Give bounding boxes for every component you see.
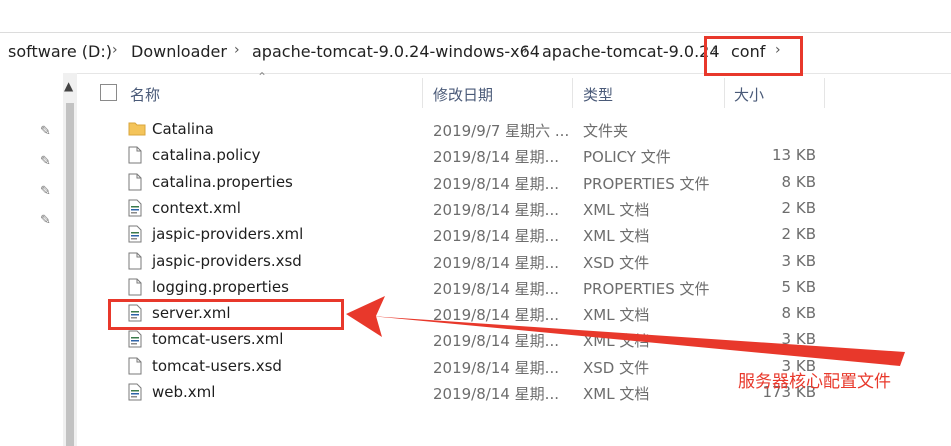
file-row[interactable]: catalina.policy 2019/8/14 星期... POLICY 文件 1… [78, 143, 838, 169]
breadcrumb-tomcat[interactable]: apache-tomcat-9.0.24 [542, 42, 720, 61]
file-size: 13 KB [772, 146, 816, 165]
file-date: 2019/8/14 星期... [433, 279, 559, 298]
breadcrumb-downloader[interactable]: Downloader [131, 42, 227, 61]
xml-file-icon [128, 199, 142, 217]
folder-icon [128, 120, 146, 138]
file-date: 2019/8/14 星期... [433, 306, 559, 325]
file-date: 2019/8/14 星期... [433, 227, 559, 246]
file-name: context.xml [152, 198, 241, 217]
column-date-header[interactable]: 修改日期 [433, 84, 493, 105]
column-divider[interactable] [724, 78, 725, 108]
file-name: jaspic-providers.xsd [152, 251, 302, 270]
file-size: 2 KB [781, 198, 816, 217]
navigation-scrollbar[interactable] [63, 73, 77, 446]
file-row[interactable]: catalina.properties 2019/8/14 星期... PROPER… [78, 170, 838, 196]
pin-icon[interactable]: ✎ [40, 154, 51, 169]
breadcrumb-tomcat-windows[interactable]: apache-tomcat-9.0.24-windows-x64 [252, 42, 540, 61]
xml-file-icon [128, 330, 142, 348]
annotation-label: 服务器核心配置文件 [738, 372, 891, 392]
file-icon [128, 252, 142, 270]
xml-file-icon [128, 383, 142, 401]
file-type: XSD 文件 [583, 253, 650, 272]
file-date: 2019/8/14 星期... [433, 148, 559, 167]
breadcrumb-drive[interactable]: software (D:) [8, 42, 112, 61]
file-type: XML 文档 [583, 306, 650, 325]
column-divider[interactable] [422, 78, 423, 108]
column-divider[interactable] [824, 78, 825, 108]
pin-icon[interactable]: ✎ [40, 184, 51, 199]
file-name: catalina.policy [152, 146, 261, 165]
breadcrumb-separator-icon[interactable]: › [112, 42, 118, 58]
file-type: PROPERTIES 文件 [583, 174, 710, 193]
column-type-header[interactable]: 类型 [583, 84, 613, 105]
file-icon [128, 146, 142, 164]
file-name: web.xml [152, 383, 216, 401]
scroll-up-icon[interactable]: ▲ [64, 79, 73, 93]
file-name: tomcat-users.xml [152, 330, 284, 349]
file-size: 3 KB [781, 330, 816, 349]
file-date: 2019/8/14 星期... [433, 332, 559, 351]
breadcrumb-separator-icon[interactable]: › [234, 42, 240, 58]
file-name: logging.properties [152, 277, 289, 296]
file-name: tomcat-users.xsd [152, 356, 282, 375]
file-row[interactable]: tomcat-users.xsd 2019/8/14 星期... XSD 文件 3 K… [78, 354, 838, 380]
file-icon [128, 173, 142, 191]
scrollbar-thumb[interactable] [66, 103, 74, 446]
file-size: 2 KB [781, 225, 816, 244]
file-type: XML 文档 [583, 332, 650, 351]
column-header: 名称 修改日期 类型 大小 [78, 73, 951, 111]
file-date: 2019/8/14 星期... [433, 200, 559, 219]
file-name: jaspic-providers.xml [152, 225, 304, 244]
file-type: XSD 文件 [583, 358, 650, 377]
window-top-area [0, 0, 951, 32]
file-type: POLICY 文件 [583, 148, 671, 167]
pin-icon[interactable]: ✎ [40, 213, 51, 228]
server-xml-highlight-box [108, 299, 344, 330]
file-name: Catalina [152, 120, 214, 138]
file-date: 2019/8/14 星期... [433, 358, 559, 377]
file-row[interactable]: jaspic-providers.xsd 2019/8/14 星期... XSD 文… [78, 249, 838, 275]
file-row[interactable]: Catalina 2019/9/7 星期六 ... 文件夹 [78, 117, 838, 143]
file-date: 2019/8/14 星期... [433, 253, 559, 272]
file-size: 8 KB [781, 172, 816, 191]
conf-highlight-box [704, 36, 803, 76]
file-size: 3 KB [781, 251, 816, 270]
file-date: 2019/8/14 星期... [433, 174, 559, 193]
file-row[interactable]: web.xml 2019/8/14 星期... XML 文档 173 KB [78, 380, 838, 406]
file-type: XML 文档 [583, 200, 650, 219]
file-row[interactable]: context.xml 2019/8/14 星期... XML 文档 2 KB [78, 196, 838, 222]
file-size: 8 KB [781, 304, 816, 323]
column-divider[interactable] [572, 78, 573, 108]
xml-file-icon [128, 225, 142, 243]
file-type: 文件夹 [583, 122, 629, 140]
column-name-header[interactable]: 名称 [130, 84, 160, 105]
file-icon [128, 278, 142, 296]
file-name: catalina.properties [152, 172, 293, 191]
address-bar[interactable]: software (D:) › Downloader › apache-tomc… [0, 32, 951, 74]
file-row[interactable]: tomcat-users.xml 2019/8/14 星期... XML 文档 3 K… [78, 327, 838, 353]
file-row[interactable]: logging.properties 2019/8/14 星期... PROPERT… [78, 275, 838, 301]
file-type: PROPERTIES 文件 [583, 279, 710, 298]
column-size-header[interactable]: 大小 [734, 84, 764, 105]
breadcrumb-separator-icon[interactable]: › [523, 42, 529, 58]
file-type: XML 文档 [583, 227, 650, 246]
pin-icon[interactable]: ✎ [40, 124, 51, 139]
file-row[interactable]: jaspic-providers.xml 2019/8/14 星期... XML 文… [78, 222, 838, 248]
file-icon [128, 357, 142, 375]
file-type: XML 文档 [583, 385, 650, 403]
file-size: 5 KB [781, 277, 816, 296]
file-date: 2019/9/7 星期六 ... [433, 122, 570, 140]
file-date: 2019/8/14 星期... [433, 385, 559, 403]
